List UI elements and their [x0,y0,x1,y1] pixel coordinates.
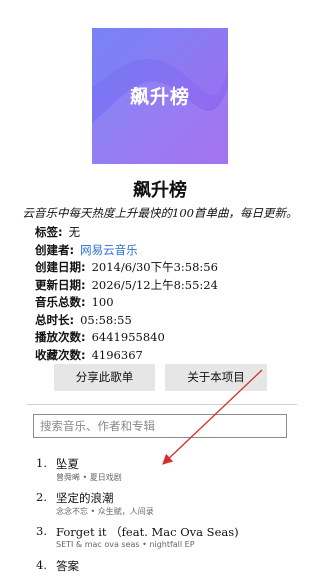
meta-value: 100 [91,295,114,309]
meta-value: 2026/5/12上午8:55:24 [91,277,218,292]
playlist-page: 飙升榜 飙升榜 云音乐中每天热度上升最快的100首单曲，每日更新。 标签: 无 创… [0,0,320,573]
meta-value: 6441955840 [91,330,165,344]
search-input[interactable] [33,414,287,438]
share-playlist-button[interactable]: 分享此歌单 [54,364,155,391]
meta-row-count: 音乐总数: 100 [35,294,305,312]
meta-value: 无 [68,225,81,239]
meta-row-tags: 标签: 无 [35,224,305,242]
meta-key: 标签: [35,225,63,239]
meta-key: 创建者: [35,242,75,257]
creator-link[interactable]: 网易云音乐 [80,243,138,257]
meta-row-favorites: 收藏次数: 4196367 [35,347,305,365]
meta-row-duration: 总时长: 05:58:55 [35,312,305,330]
track-number: 1. [36,456,47,470]
playlist-meta: 标签: 无 创建者: 网易云音乐 创建日期: 2014/6/30下午3:58:56 更… [35,224,305,364]
meta-key: 播放次数: [35,330,86,344]
meta-key: 更新日期: [35,277,86,292]
about-project-button[interactable]: 关于本项目 [165,364,267,391]
playlist-cover: 飙升榜 [92,28,228,164]
meta-row-creator: 创建者: 网易云音乐 [35,242,305,260]
track-title: Forget it （feat. Mac Ova Seas) [56,525,239,539]
meta-key: 创建日期: [35,260,86,274]
meta-key: 收藏次数: [35,347,86,362]
track-item[interactable]: 1. 坠夏 曾舜晞 • 夏日戏剧 [36,452,306,486]
page-title: 飙升榜 [133,180,187,201]
divider [27,404,297,405]
track-item[interactable]: 3. Forget it （feat. Mac Ova Seas) SETI &… [36,520,306,554]
track-title: 答案 [56,559,79,573]
track-artist-album: 念念不忘 • 众生赋，人间录 [56,507,154,516]
cover-title: 飙升榜 [129,86,190,108]
meta-key: 总时长: [35,312,75,327]
track-artist-album: SETI & mac ova seas • nightfall EP [56,540,195,549]
track-number: 4. [36,558,47,572]
track-item[interactable]: 4. 答案 [36,554,306,588]
meta-row-updated: 更新日期: 2026/5/12上午8:55:24 [35,277,305,295]
track-artist-album: 曾舜晞 • 夏日戏剧 [56,473,122,482]
track-number: 3. [36,524,47,538]
playlist-description: 云音乐中每天热度上升最快的100首单曲，每日更新。 [22,206,298,220]
meta-row-plays: 播放次数: 6441955840 [35,329,305,347]
meta-value: 05:58:55 [80,312,132,327]
meta-row-created: 创建日期: 2014/6/30下午3:58:56 [35,259,305,277]
track-title: 坚定的浪潮 [56,491,114,505]
meta-key: 音乐总数: [35,295,86,309]
track-title: 坠夏 [56,457,79,471]
meta-value: 2014/6/30下午3:58:56 [91,260,218,274]
track-number: 2. [36,490,47,504]
track-item[interactable]: 2. 坚定的浪潮 念念不忘 • 众生赋，人间录 [36,486,306,520]
meta-value: 4196367 [91,347,143,362]
